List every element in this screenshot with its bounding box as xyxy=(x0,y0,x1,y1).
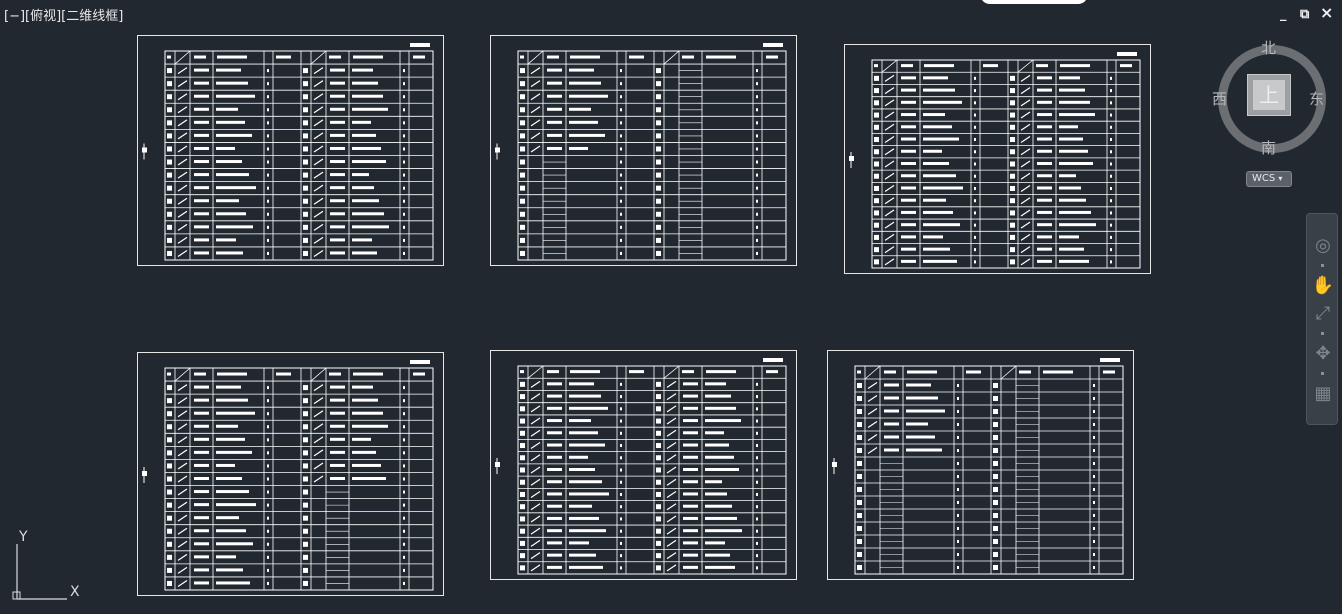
drawing-sheet-1[interactable] xyxy=(137,35,444,266)
drawing-sheet-4[interactable] xyxy=(137,352,444,596)
drawing-sheet-3[interactable] xyxy=(844,44,1151,274)
orbit-icon[interactable]: ✥ xyxy=(1311,342,1335,366)
minimize-button[interactable]: _ xyxy=(1280,7,1287,23)
x-axis-label: X xyxy=(70,584,80,600)
search-pill[interactable] xyxy=(980,0,1088,4)
sheet-linework xyxy=(832,358,1124,575)
sheet-linework xyxy=(495,358,787,575)
sheet-linework xyxy=(142,360,434,591)
compass-west[interactable]: 西 xyxy=(1212,88,1227,109)
restore-button[interactable]: ⧉ xyxy=(1300,7,1309,23)
compass-east[interactable]: 东 xyxy=(1309,88,1324,109)
sheet-linework xyxy=(849,52,1141,269)
viewcube-top-face[interactable]: 上 xyxy=(1247,74,1291,116)
dropdown-dot-icon[interactable] xyxy=(1321,264,1324,267)
steering-wheel-icon[interactable]: ◎ xyxy=(1311,234,1335,258)
drawing-sheet-6[interactable] xyxy=(827,350,1134,580)
viewport-label[interactable]: [−][俯视][二维线框] xyxy=(4,5,123,24)
viewcube-face-label[interactable]: 上 xyxy=(1253,80,1285,110)
ucs-label: WCS xyxy=(1252,173,1276,184)
navigation-bar: ◎ ✋ ⤢ ✥ ▦ xyxy=(1306,213,1338,425)
y-axis-label: Y xyxy=(18,529,28,545)
drawing-sheet-5[interactable] xyxy=(490,350,797,580)
zoom-extents-icon[interactable]: ⤢ xyxy=(1311,302,1335,326)
drawing-sheet-2[interactable] xyxy=(490,35,797,266)
viewcube[interactable]: 上 北 南 东 西 xyxy=(1212,39,1326,157)
dropdown-dot-icon[interactable] xyxy=(1321,372,1324,375)
pan-hand-icon[interactable]: ✋ xyxy=(1311,274,1335,298)
chevron-down-icon: ▾ xyxy=(1278,174,1283,183)
sheet-linework xyxy=(495,43,787,261)
sheet-linework xyxy=(142,43,434,261)
dropdown-dot-icon[interactable] xyxy=(1321,332,1324,335)
compass-north[interactable]: 北 xyxy=(1261,37,1276,58)
ucs-menu-button[interactable]: WCS ▾ xyxy=(1246,171,1292,187)
showmotion-icon[interactable]: ▦ xyxy=(1311,382,1335,406)
compass-south[interactable]: 南 xyxy=(1261,137,1276,158)
close-button[interactable]: × xyxy=(1320,5,1333,21)
ucs-icon: Y X xyxy=(10,526,90,606)
